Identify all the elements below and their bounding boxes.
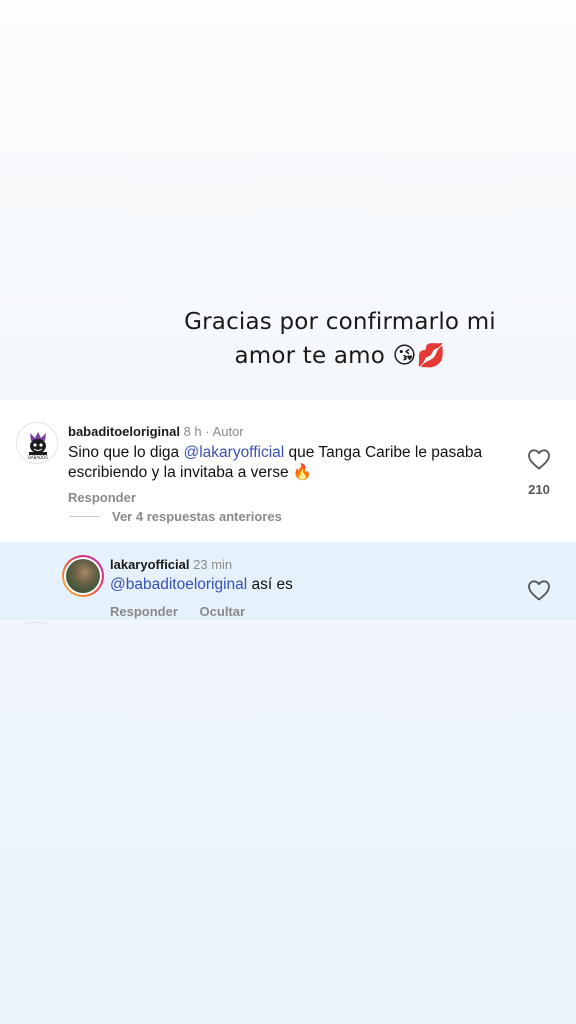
babados-logo-icon: BABADOS — [17, 423, 57, 463]
reply-meta: lakaryofficial 23 min — [110, 557, 232, 572]
comment-username[interactable]: babaditoeloriginal — [68, 424, 180, 439]
reply-avatar[interactable] — [62, 555, 104, 597]
comment-time: 8 h — [183, 424, 202, 439]
comment-text: Sino que lo diga @lakaryofficial que Tan… — [68, 443, 488, 483]
reply-time: 23 min — [193, 557, 233, 572]
next-comment-avatar-edge — [22, 622, 50, 630]
reply-mention[interactable]: @babaditoeloriginal — [110, 576, 247, 593]
avatar[interactable]: BABADOS — [16, 422, 58, 464]
svg-text:BABADOS: BABADOS — [28, 455, 48, 460]
view-replies-button[interactable]: Ver 4 respuestas anteriores — [70, 509, 282, 524]
heart-outline-icon — [528, 580, 550, 601]
reply-reply-button[interactable]: Responder — [110, 604, 178, 619]
like-count: 210 — [528, 482, 550, 497]
comment-item: BABADOS babaditoeloriginal 8 h · Autor S… — [0, 400, 576, 542]
view-replies-label: Ver 4 respuestas anteriores — [112, 509, 282, 524]
thread-line — [70, 516, 100, 517]
comment-text-prefix: Sino que lo diga — [68, 444, 184, 461]
comments-card: BABADOS babaditoeloriginal 8 h · Autor S… — [0, 400, 576, 620]
reply-button[interactable]: Responder — [68, 490, 136, 505]
reply-item: lakaryofficial 23 min @babaditoelorigina… — [0, 542, 576, 620]
meta-separator: · — [205, 424, 210, 439]
like-button[interactable] — [527, 448, 551, 470]
reply-text-body: así es — [247, 576, 293, 593]
reply-actions: Responder Ocultar — [110, 604, 263, 619]
story-caption: Gracias por confirmarlo mi amor te amo 😘… — [184, 309, 496, 369]
hide-button[interactable]: Ocultar — [200, 604, 246, 619]
author-tag: Autor — [212, 424, 244, 439]
heart-outline-icon — [528, 449, 550, 470]
reply-username[interactable]: lakaryofficial — [110, 557, 190, 572]
profile-photo — [66, 559, 100, 593]
reply-like-button[interactable] — [527, 579, 551, 601]
reply-text: @babaditoeloriginal así es — [110, 576, 293, 594]
comment-mention[interactable]: @lakaryofficial — [183, 444, 284, 461]
comment-meta: babaditoeloriginal 8 h · Autor — [68, 424, 244, 439]
